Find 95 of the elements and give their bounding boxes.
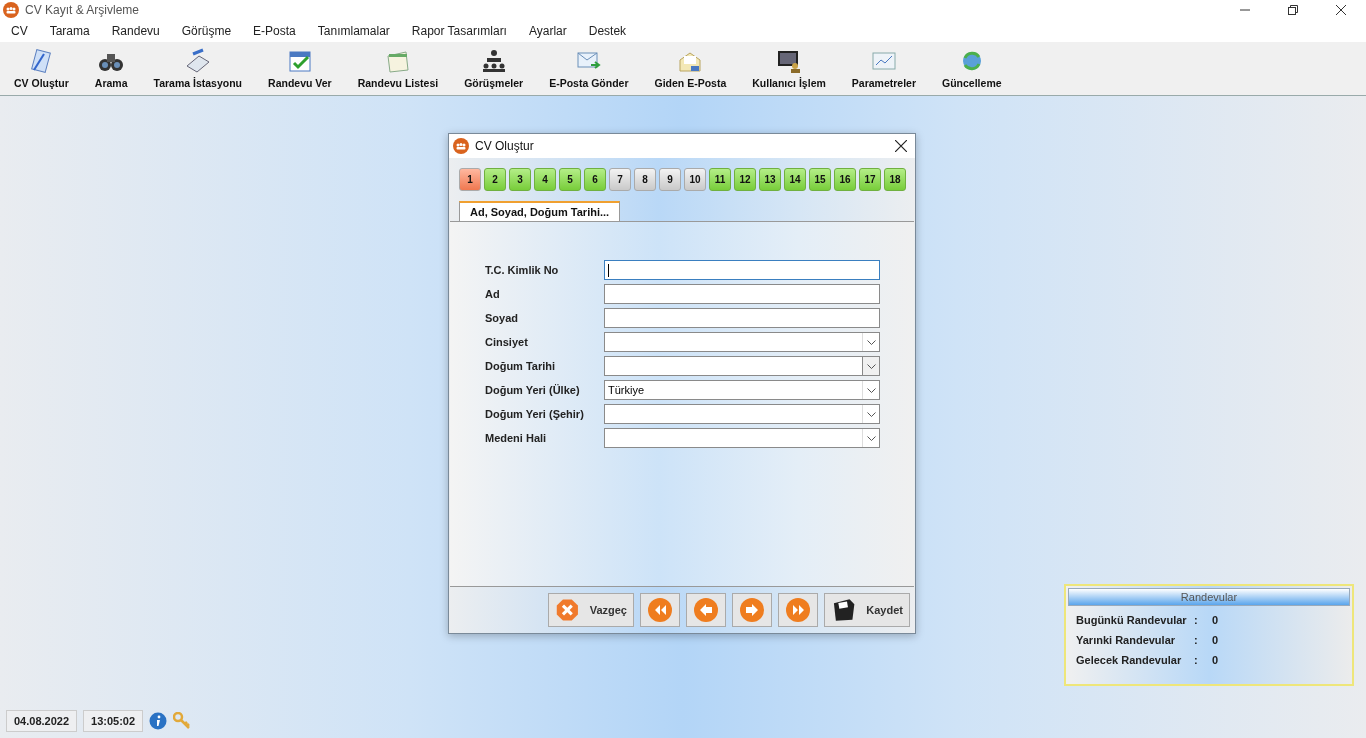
cancel-button[interactable]: Vazgeç	[548, 593, 634, 627]
dialog-title: CV Oluştur	[475, 139, 534, 153]
toolbar-button[interactable]: E-Posta Gönder	[541, 48, 637, 89]
toolbar-button[interactable]: Arama	[86, 48, 136, 89]
monitor-user-icon	[776, 48, 803, 74]
separator-text: :	[1194, 654, 1199, 666]
step-button[interactable]: 7	[609, 168, 631, 191]
last-button[interactable]	[778, 593, 818, 627]
menu-item[interactable]: Randevu	[111, 24, 160, 38]
chevron-down-icon	[866, 363, 876, 369]
toolbar-button[interactable]: Tarama İstasyonu	[145, 48, 251, 89]
field-label: Medeni Hali	[485, 432, 548, 444]
panel-header: Randevular	[1068, 588, 1350, 606]
restore-icon[interactable]	[1288, 5, 1298, 15]
next-button[interactable]	[732, 593, 772, 627]
step-button[interactable]: 8	[634, 168, 656, 191]
dropdown-field[interactable]	[604, 332, 880, 352]
info-icon[interactable]	[149, 712, 168, 730]
double-arrow-left-icon	[647, 597, 673, 623]
arrow-right-icon	[739, 597, 765, 623]
field-label: Doğum Tarihi	[485, 360, 557, 372]
toolbar-button[interactable]: Görüşmeler	[456, 48, 532, 89]
appointment-label: Yarınki Randevular	[1076, 634, 1177, 646]
step-button[interactable]: 6	[584, 168, 606, 191]
toolbar-button[interactable]: Randevu Listesi	[349, 48, 447, 89]
calendar-check-icon	[286, 48, 313, 74]
step-button[interactable]: 9	[659, 168, 681, 191]
appointment-label: Gelecek Randevular	[1076, 654, 1183, 666]
menu-item[interactable]: Destek	[588, 24, 627, 38]
previous-button[interactable]	[686, 593, 726, 627]
step-button[interactable]: 4	[534, 168, 556, 191]
chevron-down-icon	[866, 339, 876, 345]
chevron-down-icon	[866, 411, 876, 417]
chevron-down-icon	[866, 435, 876, 441]
tab[interactable]: Ad, Soyad, Doğum Tarihi...	[459, 201, 621, 221]
calendar-icon	[384, 48, 411, 74]
field-label: Doğum Yeri (Ülke)	[485, 384, 581, 396]
toolbar-button[interactable]: Güncelleme	[934, 48, 1010, 89]
close-icon[interactable]	[895, 140, 907, 152]
menu-item[interactable]: CV	[11, 24, 28, 38]
close-icon[interactable]	[1336, 5, 1346, 15]
step-button[interactable]: 5	[559, 168, 581, 191]
appointment-label: Bugünkü Randevular	[1076, 614, 1188, 626]
time-display: 13:05:02	[83, 710, 144, 732]
date-display: 04.08.2022	[6, 710, 78, 732]
step-button[interactable]: 18	[884, 168, 906, 191]
save-button[interactable]: Kaydet	[824, 593, 910, 627]
text-field[interactable]	[604, 284, 880, 304]
window-title: CV Kayıt & Arşivleme	[25, 3, 140, 17]
field-label: T.C. Kimlik No	[485, 264, 560, 276]
chevron-down-icon	[866, 387, 876, 393]
toolbar-button[interactable]: Randevu Ver	[260, 48, 340, 89]
appointment-count: 0	[1212, 654, 1220, 666]
field-label: Cinsiyet	[485, 336, 529, 348]
menu-item[interactable]: Tarama	[49, 24, 90, 38]
toolbar-button[interactable]: Parametreler	[843, 48, 925, 89]
menu-item[interactable]: Ayarlar	[528, 24, 567, 38]
step-button[interactable]: 17	[859, 168, 881, 191]
text-field[interactable]	[604, 308, 880, 328]
double-arrow-right-icon	[785, 597, 811, 623]
toolbar-button[interactable]: CV Oluştur	[6, 48, 77, 89]
first-button[interactable]	[640, 593, 680, 627]
step-button[interactable]: 12	[734, 168, 756, 191]
dropdown-field[interactable]	[604, 428, 880, 448]
arrow-left-icon	[693, 597, 719, 623]
menu-item[interactable]: E-Posta	[253, 24, 296, 38]
separator-text: :	[1194, 614, 1199, 626]
step-button[interactable]: 11	[709, 168, 731, 191]
app-logo-icon	[453, 138, 469, 154]
toolbar-button[interactable]: Giden E-Posta	[646, 48, 735, 89]
step-button[interactable]: 3	[509, 168, 531, 191]
cancel-x-icon	[555, 596, 580, 624]
menu-item[interactable]: Görüşme	[181, 24, 232, 38]
step-button[interactable]: 14	[784, 168, 806, 191]
meeting-icon	[480, 48, 507, 74]
step-button[interactable]: 10	[684, 168, 706, 191]
separator-text: :	[1194, 634, 1199, 646]
field-label: Doğum Yeri (Şehir)	[485, 408, 585, 420]
step-button[interactable]: 2	[484, 168, 506, 191]
menu-item[interactable]: Rapor Tasarımları	[411, 24, 507, 38]
field-label: Ad	[485, 288, 501, 300]
step-button[interactable]: 15	[809, 168, 831, 191]
step-button[interactable]: 1	[459, 168, 481, 191]
appointment-count: 0	[1212, 634, 1220, 646]
dropdown-field[interactable]: Türkiye	[604, 380, 880, 400]
text-field[interactable]	[604, 260, 880, 280]
appointment-count: 0	[1212, 614, 1220, 626]
scanner-icon	[184, 48, 211, 74]
step-button[interactable]: 16	[834, 168, 856, 191]
menu-item[interactable]: Tanımlamalar	[317, 24, 390, 38]
date-picker[interactable]	[604, 356, 880, 376]
toolbar-button[interactable]: Kullanıcı İşlem	[744, 48, 834, 89]
field-label: Soyad	[485, 312, 519, 324]
step-button[interactable]: 13	[759, 168, 781, 191]
dropdown-field[interactable]	[604, 404, 880, 424]
